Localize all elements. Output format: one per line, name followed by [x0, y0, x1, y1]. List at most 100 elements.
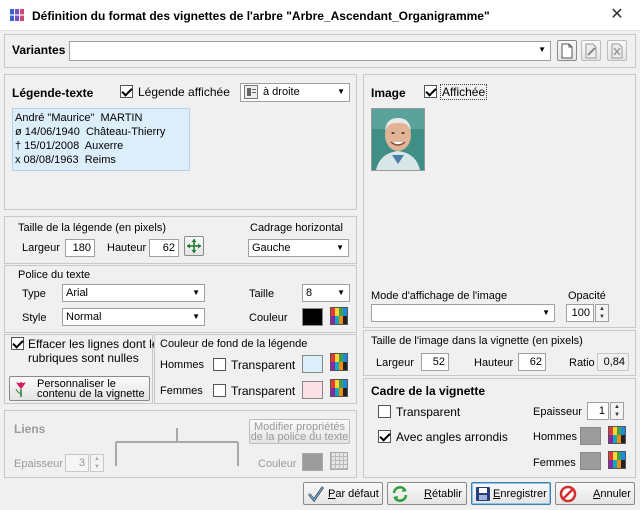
fond-hommes-swatch[interactable]: [302, 355, 323, 373]
angles-arrondis-checkbox[interactable]: [378, 430, 391, 443]
police-style-select[interactable]: Normal ▼: [62, 308, 205, 326]
opacite-spinner[interactable]: ▲ ▼: [595, 304, 609, 322]
annuler-button[interactable]: Annuler: [555, 482, 635, 505]
liens-epaisseur-spinner[interactable]: ▲ ▼: [90, 454, 104, 472]
liens-couleur-label: Couleur: [258, 458, 297, 470]
fond-hommes-palette-button[interactable]: [330, 353, 348, 371]
save-disk-icon: [476, 487, 490, 501]
image-affichee-label: Affichée: [440, 84, 488, 100]
liens-epaisseur-input[interactable]: 3: [65, 454, 89, 472]
close-icon: ✕: [610, 6, 624, 23]
edit-document-icon: [585, 43, 597, 59]
cadre-epaisseur-spinner[interactable]: ▲ ▼: [610, 402, 624, 420]
chevron-down-icon: ▼: [192, 312, 200, 321]
legende-position-select[interactable]: à droite ▼: [240, 83, 350, 102]
chevron-down-icon: ▼: [192, 288, 200, 297]
retablir-button[interactable]: Rétablir: [387, 482, 467, 505]
effacer-lignes-checkbox[interactable]: [11, 337, 24, 350]
annuler-label: Annuler: [593, 488, 631, 500]
portrait-photo: [371, 108, 425, 171]
align-right-icon: [244, 85, 258, 99]
legende-line: André "Maurice" MARTIN: [15, 112, 143, 124]
police-palette-button[interactable]: [330, 307, 348, 325]
cadre-hommes-palette-button[interactable]: [608, 426, 626, 444]
fond-femmes-transparent-checkbox[interactable]: [213, 384, 226, 397]
fond-femmes-palette-button[interactable]: [330, 379, 348, 397]
police-title: Police du texte: [18, 269, 91, 281]
fond-femmes-swatch[interactable]: [302, 381, 323, 399]
image-hauteur-input[interactable]: 62: [518, 353, 546, 371]
spin-down-icon: ▼: [599, 314, 605, 320]
cadre-hommes-swatch[interactable]: [580, 427, 601, 445]
legende-largeur-input[interactable]: 180: [65, 239, 95, 257]
legende-affichee-checkbox[interactable]: [120, 85, 133, 98]
spin-down-icon: ▼: [614, 412, 620, 418]
modifier-police-button[interactable]: Modifier propriétés de la police du text…: [249, 419, 350, 444]
fond-hommes-label: Hommes: [160, 359, 205, 371]
cancel-icon: [559, 485, 577, 503]
fond-hommes-transparent-label: Transparent: [231, 358, 296, 372]
police-taille-select[interactable]: 8 ▼: [302, 284, 350, 302]
fond-title: Couleur de fond de la légende: [160, 338, 308, 350]
image-title: Image: [371, 86, 406, 100]
cadrage-horizontal-label: Cadrage horizontal: [250, 222, 343, 234]
retablir-label: Rétablir: [424, 488, 462, 500]
police-taille-value: 8: [306, 287, 313, 299]
new-variante-button[interactable]: [557, 40, 577, 61]
personnaliser-button[interactable]: Personnaliser le contenu de la vignette: [9, 376, 150, 401]
image-affichee-checkbox[interactable]: [424, 85, 437, 98]
par-defaut-button[interactable]: Par défaut: [303, 482, 383, 505]
cadre-femmes-swatch[interactable]: [580, 452, 601, 470]
police-couleur-swatch[interactable]: [302, 308, 323, 326]
cadre-femmes-palette-button[interactable]: [608, 451, 626, 469]
auto-size-button[interactable]: [184, 236, 204, 256]
taille-image-title: Taille de l'image dans la vignette (en p…: [371, 335, 583, 347]
legende-line: ø 14/06/1940 Château-Thierry: [15, 126, 166, 138]
enregistrer-button[interactable]: Enregistrer: [471, 482, 551, 505]
opacite-input[interactable]: 100: [566, 304, 594, 322]
mode-affichage-label: Mode d'affichage de l'image: [371, 290, 508, 302]
cadre-transparent-label: Transparent: [396, 405, 461, 419]
legende-line: † 15/01/2008 Auxerre: [15, 140, 124, 152]
police-type-select[interactable]: Arial ▼: [62, 284, 205, 302]
new-document-icon: [561, 43, 573, 59]
cadre-femmes-label: Femmes: [533, 457, 576, 469]
legende-largeur-label: Largeur: [22, 242, 60, 254]
variantes-label: Variantes: [12, 43, 66, 57]
cadre-epaisseur-input[interactable]: 1: [587, 402, 609, 420]
rename-variante-button[interactable]: [581, 40, 601, 61]
modifier-label-2: de la police du texte: [250, 431, 349, 443]
delete-document-icon: [611, 43, 623, 59]
police-style-value: Normal: [66, 311, 102, 323]
police-couleur-label: Couleur: [249, 312, 288, 324]
image-largeur-input[interactable]: 52: [421, 353, 449, 371]
liens-couleur-swatch[interactable]: [302, 453, 323, 471]
taille-legende-title: Taille de la légende (en pixels): [18, 222, 166, 234]
chevron-down-icon: ▼: [542, 308, 550, 317]
liens-palette-button[interactable]: [330, 452, 348, 470]
cadre-transparent-checkbox[interactable]: [378, 405, 391, 418]
chevron-down-icon: ▼: [336, 243, 344, 252]
app-icon: [9, 7, 25, 23]
mode-affichage-select[interactable]: ▼: [371, 304, 555, 322]
police-style-label: Style: [22, 312, 47, 324]
cadrage-horizontal-select[interactable]: Gauche ▼: [248, 239, 349, 257]
delete-variante-button[interactable]: [607, 40, 627, 61]
legende-preview: André "Maurice" MARTIN ø 14/06/1940 Chât…: [12, 108, 190, 171]
legende-hauteur-input[interactable]: 62: [149, 239, 179, 257]
par-defaut-label: Par défaut: [328, 488, 379, 500]
spin-up-icon: ▲: [599, 306, 605, 312]
tulip-icon: [15, 382, 26, 397]
variantes-select[interactable]: ▼: [69, 41, 551, 61]
cadre-epaisseur-label: Epaisseur: [533, 406, 582, 418]
checkmark-icon: [308, 486, 325, 503]
cadrage-value: Gauche: [252, 242, 291, 254]
fond-hommes-transparent-checkbox[interactable]: [213, 358, 226, 371]
resize-arrows-icon: [187, 239, 201, 253]
legende-title: Légende-texte: [12, 86, 94, 100]
chevron-down-icon: ▼: [337, 87, 345, 96]
legende-hauteur-label: Hauteur: [107, 242, 147, 254]
personnaliser-label-2: contenu de la vignette: [37, 388, 145, 400]
close-window-button[interactable]: ✕: [606, 5, 628, 25]
chevron-down-icon: ▼: [538, 45, 546, 54]
